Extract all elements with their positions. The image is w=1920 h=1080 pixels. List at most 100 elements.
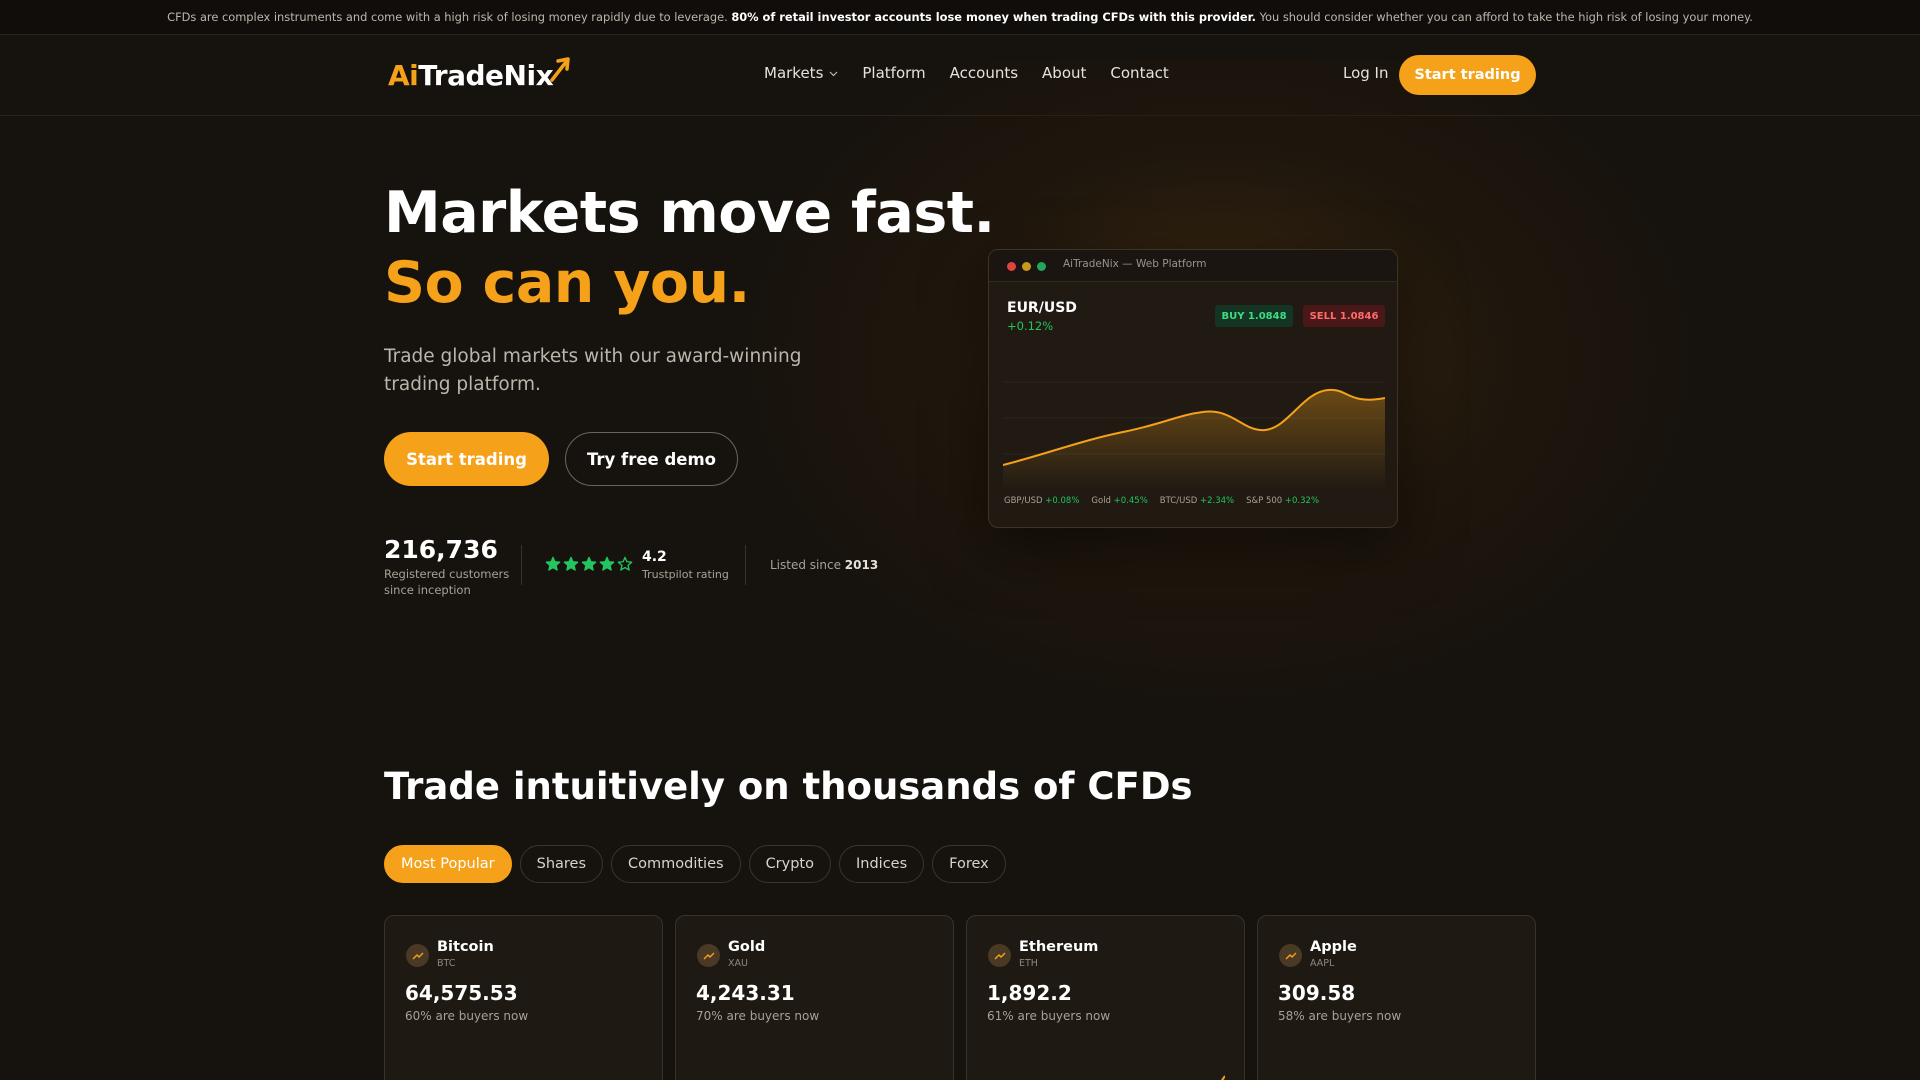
risk-warning-emphasis: 80% of retail investor accounts lose mon… bbox=[731, 10, 1256, 24]
nav-contact[interactable]: Contact bbox=[1110, 64, 1168, 82]
ticker-name: GBP/USD bbox=[1004, 496, 1043, 506]
price-area bbox=[1003, 389, 1385, 490]
tab-indices[interactable]: Indices bbox=[839, 845, 925, 883]
buy-button[interactable]: BUY 1.0848 bbox=[1215, 305, 1293, 327]
instrument-symbol: ETH bbox=[1019, 958, 1038, 969]
logo-arrow-icon bbox=[550, 57, 570, 82]
instrument-price: 1,892.2 bbox=[987, 981, 1072, 1005]
instrument-price: 309.58 bbox=[1278, 981, 1356, 1005]
instrument-name: Ethereum bbox=[1019, 939, 1099, 955]
tab-commodities[interactable]: Commodities bbox=[611, 845, 741, 883]
free-demo-button[interactable]: Try free demo bbox=[565, 432, 738, 486]
nav-markets-label: Markets bbox=[764, 64, 824, 82]
ticker-name: BTC/USD bbox=[1159, 496, 1198, 506]
ticker-name: S&P 500 bbox=[1246, 496, 1283, 506]
tab-crypto[interactable]: Crypto bbox=[748, 845, 831, 883]
window-minimize-dot bbox=[1022, 262, 1031, 271]
sparkline-chart bbox=[405, 1043, 643, 1080]
ticker-change: +0.08% bbox=[1045, 496, 1080, 506]
start-trading-button[interactable]: Start trading bbox=[384, 432, 549, 486]
risk-warning-text-end: You should consider whether you can affo… bbox=[1255, 10, 1753, 24]
rating-value: 4.2 bbox=[642, 549, 667, 565]
nav-accounts[interactable]: Accounts bbox=[950, 64, 1018, 82]
instrument-name: Apple bbox=[1310, 939, 1357, 955]
ticker-change: +0.32% bbox=[1284, 496, 1320, 506]
category-tabs: Most Popular Shares Commodities Crypto I… bbox=[384, 845, 1006, 883]
price-chart bbox=[1003, 381, 1385, 490]
login-link[interactable]: Log In bbox=[1343, 64, 1389, 82]
ticker-item: BTC/USD +2.34% bbox=[1160, 496, 1234, 506]
star-filled-icon bbox=[545, 556, 561, 571]
risk-warning-text: CFDs are complex instruments and come wi… bbox=[167, 10, 732, 24]
trend-up-icon bbox=[988, 944, 1011, 967]
listed-since-year: 2013 bbox=[844, 558, 879, 572]
instrument-price: 64,575.53 bbox=[405, 981, 518, 1005]
trend-up-icon bbox=[1279, 944, 1302, 967]
tab-shares[interactable]: Shares bbox=[519, 845, 604, 883]
ticker-item: GBP/USD +0.08% bbox=[1004, 496, 1079, 506]
tab-forex[interactable]: Forex bbox=[932, 845, 1006, 883]
risk-warning-bar: CFDs are complex instruments and come wi… bbox=[0, 0, 1920, 35]
trustpilot-stars bbox=[545, 556, 633, 572]
instrument-symbol: BTC bbox=[437, 958, 456, 969]
customers-count: 216,736 bbox=[384, 535, 498, 564]
star-filled-icon bbox=[563, 556, 579, 571]
instrument-card[interactable]: Ethereum ETH 1,892.2 61% are buyers now bbox=[966, 915, 1245, 1080]
buyers-sentiment: 61% are buyers now bbox=[987, 1009, 1111, 1023]
instrument-pair: EUR/USD bbox=[1007, 300, 1077, 316]
customers-label: Registered customers since inception bbox=[384, 567, 510, 597]
brand-logo[interactable]: Ai TradeNix bbox=[388, 55, 571, 95]
ticker-change: +2.34% bbox=[1199, 496, 1235, 506]
divider bbox=[521, 545, 522, 585]
section-title: Trade intuitively on thousands of CFDs bbox=[384, 765, 1193, 808]
brand-logo-prefix: Ai bbox=[388, 58, 419, 92]
window-maximize-dot bbox=[1037, 262, 1046, 271]
sparkline-chart bbox=[1141, 1075, 1225, 1080]
window-close-dot bbox=[1007, 262, 1016, 271]
instrument-price: 4,243.31 bbox=[696, 981, 795, 1005]
divider bbox=[745, 545, 746, 585]
instrument-symbol: XAU bbox=[728, 958, 748, 969]
main-menu: Markets Platform Accounts About Contact bbox=[764, 64, 1169, 82]
window-title: AiTradeNix — Web Platform bbox=[1063, 258, 1207, 270]
top-navigation: Ai TradeNix Markets Platform Accounts Abo… bbox=[0, 35, 1920, 116]
sparkline-chart bbox=[696, 1043, 934, 1080]
instrument-card[interactable]: Gold XAU 4,243.31 70% are buyers now bbox=[675, 915, 954, 1080]
star-filled-icon bbox=[581, 556, 597, 571]
star-outline-icon bbox=[617, 556, 633, 571]
star-filled-icon bbox=[599, 556, 615, 571]
instrument-card[interactable]: Bitcoin BTC 64,575.53 60% are buyers now bbox=[384, 915, 663, 1080]
instrument-cards: Bitcoin BTC 64,575.53 60% are buyers now… bbox=[384, 915, 1536, 1080]
buyers-sentiment: 58% are buyers now bbox=[1278, 1009, 1402, 1023]
hero-subtitle: Trade global markets with our award-winn… bbox=[384, 346, 802, 395]
nav-platform[interactable]: Platform bbox=[862, 64, 925, 82]
nav-markets[interactable]: Markets bbox=[764, 64, 838, 82]
nav-start-trading-button[interactable]: Start trading bbox=[1399, 55, 1536, 95]
nav-about[interactable]: About bbox=[1042, 64, 1086, 82]
tab-most-popular[interactable]: Most Popular bbox=[384, 845, 512, 883]
instrument-card[interactable]: Apple AAPL 309.58 58% are buyers now bbox=[1257, 915, 1536, 1080]
trend-up-icon bbox=[697, 944, 720, 967]
ticker-name: Gold bbox=[1091, 496, 1111, 506]
buyers-sentiment: 70% are buyers now bbox=[696, 1009, 820, 1023]
listed-since-label: Listed since bbox=[770, 558, 845, 572]
instrument-change: +0.12% bbox=[1007, 319, 1054, 333]
ticker-strip: GBP/USD +0.08% Gold +0.45% BTC/USD +2.34… bbox=[1004, 496, 1319, 506]
brand-logo-text: TradeNix bbox=[418, 58, 554, 92]
sell-button[interactable]: SELL 1.0846 bbox=[1303, 305, 1385, 327]
buyers-sentiment: 60% are buyers now bbox=[405, 1009, 529, 1023]
instrument-symbol: AAPL bbox=[1310, 958, 1335, 969]
sparkline-line bbox=[1141, 1075, 1225, 1080]
hero-title: Markets move fast. bbox=[384, 180, 995, 246]
sparkline-chart bbox=[1278, 1043, 1516, 1080]
rating-label: Trustpilot rating bbox=[642, 568, 729, 581]
instrument-name: Bitcoin bbox=[437, 939, 494, 955]
instrument-name: Gold bbox=[728, 939, 766, 955]
hero-title-accent: So can you. bbox=[384, 250, 750, 316]
ticker-change: +0.45% bbox=[1113, 496, 1148, 506]
sparkline-area bbox=[1222, 1076, 1225, 1080]
platform-preview: AiTradeNix — Web Platform EUR/USD +0.12%… bbox=[988, 249, 1398, 528]
trend-up-icon bbox=[406, 944, 429, 967]
chevron-down-icon bbox=[829, 71, 838, 76]
ticker-item: S&P 500 +0.32% bbox=[1246, 496, 1319, 506]
